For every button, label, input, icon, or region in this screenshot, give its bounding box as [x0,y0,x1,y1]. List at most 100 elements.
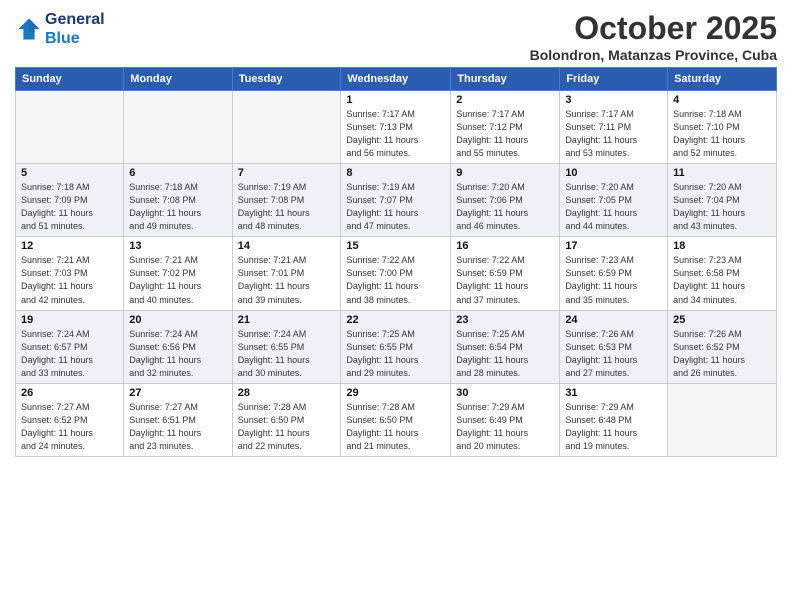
day-info: Sunrise: 7:17 AM Sunset: 7:12 PM Dayligh… [456,108,554,160]
title-area: October 2025 Bolondron, Matanzas Provinc… [530,10,777,63]
day-number: 21 [238,314,336,326]
day-number: 23 [456,314,554,326]
day-info: Sunrise: 7:24 AM Sunset: 6:55 PM Dayligh… [238,328,336,380]
calendar-week-row: 5Sunrise: 7:18 AM Sunset: 7:09 PM Daylig… [16,164,777,237]
day-info: Sunrise: 7:24 AM Sunset: 6:57 PM Dayligh… [21,328,118,380]
table-row: 29Sunrise: 7:28 AM Sunset: 6:50 PM Dayli… [341,383,451,456]
table-row: 28 Sunrise: 7:28 AM Sunset: 6:50 PM Dayli… [232,383,341,456]
logo-area: General Blue [15,10,105,48]
day-number: 28 [238,387,336,399]
day-number: 10 [565,167,662,179]
month-title: October 2025 [530,10,777,47]
table-row: 16 Sunrise: 7:22 AM Sunset: 6:59 PM Dayli… [451,237,560,310]
day-info: Sunrise: 7:18 AM Sunset: 7:10 PM Dayligh… [673,108,771,160]
table-row: 27Sunrise: 7:27 AM Sunset: 6:51 PM Dayli… [124,383,232,456]
table-row: 20Sunrise: 7:24 AM Sunset: 6:56 PM Dayli… [124,310,232,383]
day-info: Sunrise: 7:29 AM Sunset: 6:48 PM Dayligh… [565,401,662,453]
day-number: 13 [129,240,226,252]
header-friday: Friday [560,68,668,91]
day-number: 26 [21,387,118,399]
table-row: 4 Sunrise: 7:18 AM Sunset: 7:10 PM Daylig… [668,91,777,164]
logo-icon [15,15,43,43]
day-number: 15 [346,240,445,252]
header-saturday: Saturday [668,68,777,91]
header-tuesday: Tuesday [232,68,341,91]
table-row: 30 Sunrise: 7:29 AM Sunset: 6:49 PM Dayli… [451,383,560,456]
day-number: 25 [673,314,771,326]
table-row: 8Sunrise: 7:19 AM Sunset: 7:07 PM Daylig… [341,164,451,237]
day-info: Sunrise: 7:17 AM Sunset: 7:11 PM Dayligh… [565,108,662,160]
day-number: 7 [238,167,336,179]
day-info: Sunrise: 7:22 AM Sunset: 7:00 PM Dayligh… [346,254,445,306]
table-row: 18 Sunrise: 7:23 AM Sunset: 6:58 PM Dayli… [668,237,777,310]
day-number: 1 [346,94,445,106]
calendar-week-row: 12 Sunrise: 7:21 AM Sunset: 7:03 PM Dayli… [16,237,777,310]
table-row [16,91,124,164]
day-number: 29 [346,387,445,399]
calendar-week-row: 26 Sunrise: 7:27 AM Sunset: 6:52 PM Dayli… [16,383,777,456]
day-info: Sunrise: 7:22 AM Sunset: 6:59 PM Dayligh… [456,254,554,306]
day-number: 27 [129,387,226,399]
header-wednesday: Wednesday [341,68,451,91]
day-info: Sunrise: 7:26 AM Sunset: 6:52 PM Dayligh… [673,328,771,380]
table-row: 1 Sunrise: 7:17 AM Sunset: 7:13 PM Daylig… [341,91,451,164]
day-info: Sunrise: 7:20 AM Sunset: 7:06 PM Dayligh… [456,181,554,233]
day-info: Sunrise: 7:20 AM Sunset: 7:04 PM Dayligh… [673,181,771,233]
day-info: Sunrise: 7:25 AM Sunset: 6:54 PM Dayligh… [456,328,554,380]
calendar-header-row: Sunday Monday Tuesday Wednesday Thursday… [16,68,777,91]
table-row: 3 Sunrise: 7:17 AM Sunset: 7:11 PM Daylig… [560,91,668,164]
table-row [668,383,777,456]
day-number: 12 [21,240,118,252]
day-info: Sunrise: 7:20 AM Sunset: 7:05 PM Dayligh… [565,181,662,233]
day-info: Sunrise: 7:19 AM Sunset: 7:08 PM Dayligh… [238,181,336,233]
day-number: 31 [565,387,662,399]
table-row: 12 Sunrise: 7:21 AM Sunset: 7:03 PM Dayli… [16,237,124,310]
day-number: 8 [346,167,445,179]
day-info: Sunrise: 7:23 AM Sunset: 6:58 PM Dayligh… [673,254,771,306]
day-info: Sunrise: 7:25 AM Sunset: 6:55 PM Dayligh… [346,328,445,380]
day-number: 16 [456,240,554,252]
day-number: 2 [456,94,554,106]
day-info: Sunrise: 7:21 AM Sunset: 7:03 PM Dayligh… [21,254,118,306]
header-row: General Blue October 2025 Bolondron, Mat… [15,10,777,63]
day-info: Sunrise: 7:26 AM Sunset: 6:53 PM Dayligh… [565,328,662,380]
day-info: Sunrise: 7:18 AM Sunset: 7:08 PM Dayligh… [129,181,226,233]
table-row [232,91,341,164]
table-row: 24 Sunrise: 7:26 AM Sunset: 6:53 PM Dayli… [560,310,668,383]
table-row: 14 Sunrise: 7:21 AM Sunset: 7:01 PM Dayli… [232,237,341,310]
table-row: 10 Sunrise: 7:20 AM Sunset: 7:05 PM Dayli… [560,164,668,237]
calendar-week-row: 1 Sunrise: 7:17 AM Sunset: 7:13 PM Daylig… [16,91,777,164]
day-number: 14 [238,240,336,252]
table-row: 21 Sunrise: 7:24 AM Sunset: 6:55 PM Dayli… [232,310,341,383]
day-number: 9 [456,167,554,179]
day-number: 24 [565,314,662,326]
day-number: 11 [673,167,771,179]
header-sunday: Sunday [16,68,124,91]
day-info: Sunrise: 7:28 AM Sunset: 6:50 PM Dayligh… [238,401,336,453]
table-row: 11 Sunrise: 7:20 AM Sunset: 7:04 PM Dayli… [668,164,777,237]
logo-text: General Blue [45,10,105,48]
table-row: 26 Sunrise: 7:27 AM Sunset: 6:52 PM Dayli… [16,383,124,456]
table-row: 5Sunrise: 7:18 AM Sunset: 7:09 PM Daylig… [16,164,124,237]
table-row: 6Sunrise: 7:18 AM Sunset: 7:08 PM Daylig… [124,164,232,237]
table-row: 13 Sunrise: 7:21 AM Sunset: 7:02 PM Dayli… [124,237,232,310]
day-info: Sunrise: 7:29 AM Sunset: 6:49 PM Dayligh… [456,401,554,453]
calendar-week-row: 19Sunrise: 7:24 AM Sunset: 6:57 PM Dayli… [16,310,777,383]
header-monday: Monday [124,68,232,91]
page-container: General Blue October 2025 Bolondron, Mat… [0,0,792,462]
day-info: Sunrise: 7:17 AM Sunset: 7:13 PM Dayligh… [346,108,445,160]
table-row: 23 Sunrise: 7:25 AM Sunset: 6:54 PM Dayli… [451,310,560,383]
day-info: Sunrise: 7:27 AM Sunset: 6:52 PM Dayligh… [21,401,118,453]
table-row: 19Sunrise: 7:24 AM Sunset: 6:57 PM Dayli… [16,310,124,383]
day-number: 18 [673,240,771,252]
day-info: Sunrise: 7:21 AM Sunset: 7:01 PM Dayligh… [238,254,336,306]
day-number: 30 [456,387,554,399]
day-number: 3 [565,94,662,106]
table-row: 25 Sunrise: 7:26 AM Sunset: 6:52 PM Dayli… [668,310,777,383]
table-row: 15 Sunrise: 7:22 AM Sunset: 7:00 PM Dayli… [341,237,451,310]
table-row: 9 Sunrise: 7:20 AM Sunset: 7:06 PM Daylig… [451,164,560,237]
day-number: 4 [673,94,771,106]
table-row: 22Sunrise: 7:25 AM Sunset: 6:55 PM Dayli… [341,310,451,383]
location-title: Bolondron, Matanzas Province, Cuba [530,47,777,63]
day-info: Sunrise: 7:21 AM Sunset: 7:02 PM Dayligh… [129,254,226,306]
